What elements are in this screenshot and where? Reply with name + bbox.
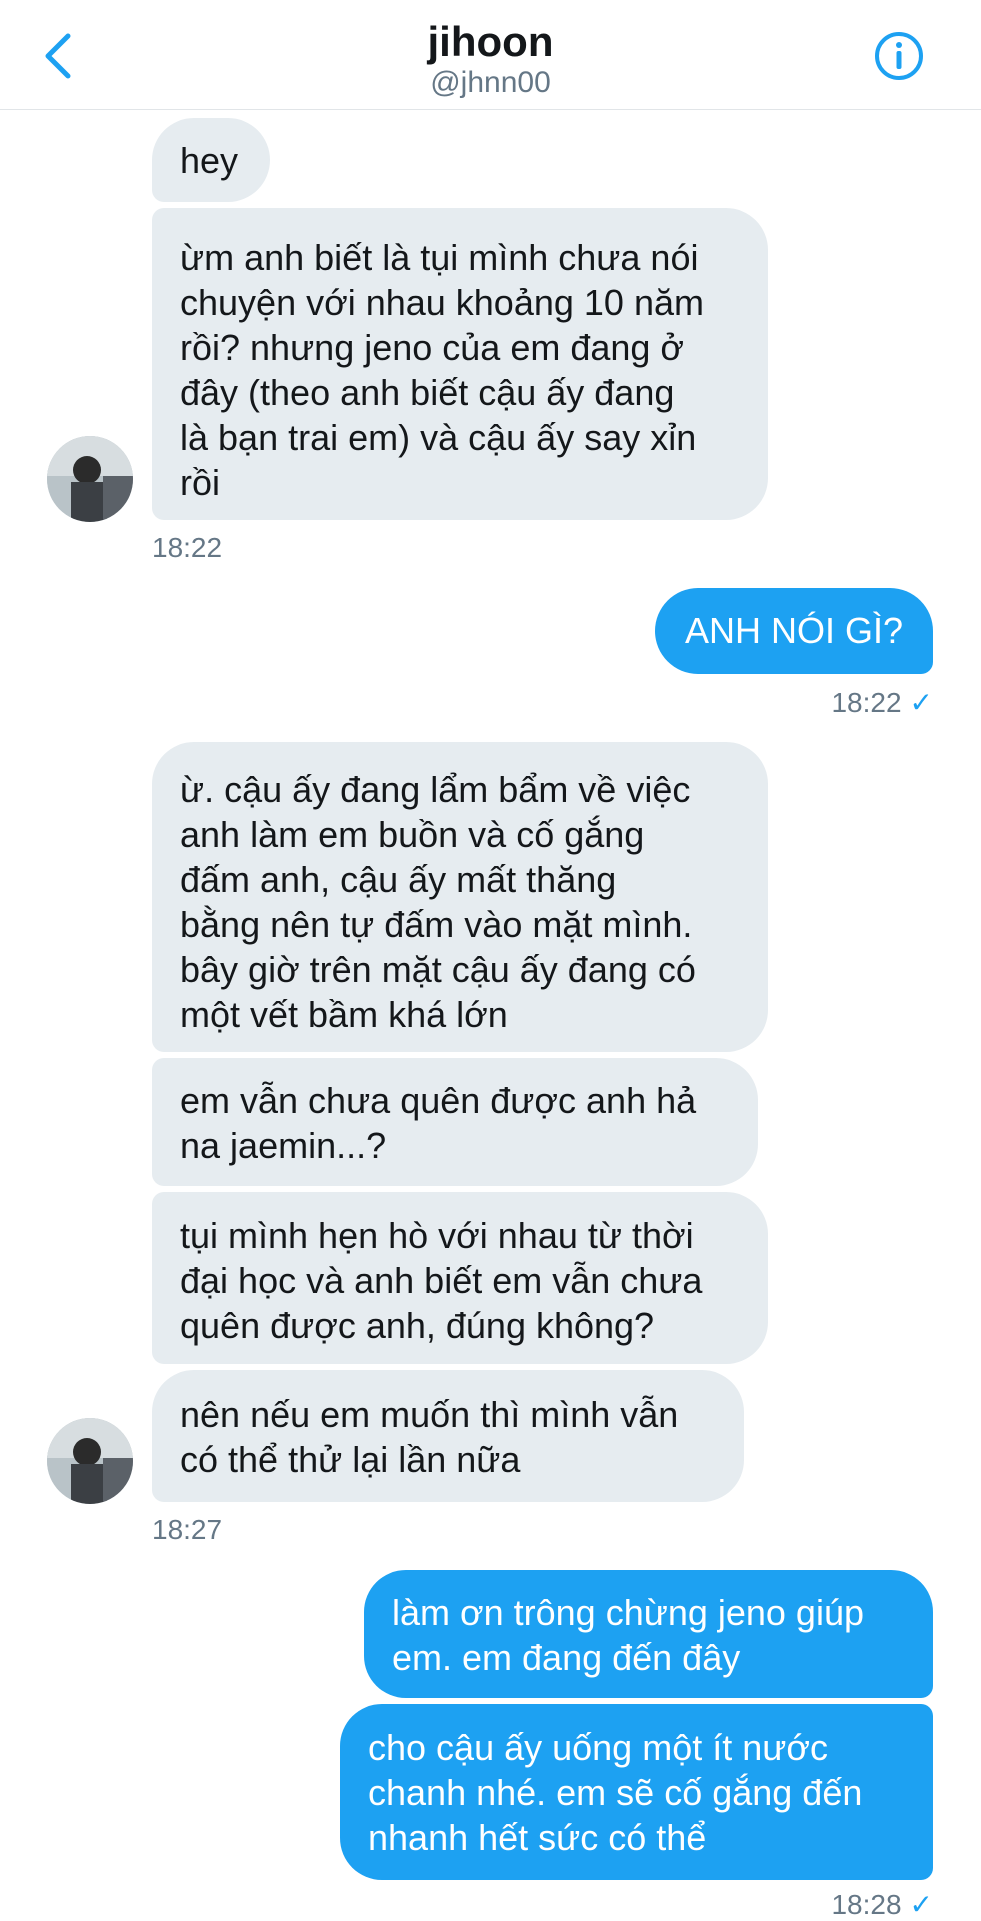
read-check-icon: ✓: [909, 1889, 933, 1920]
conversation-header: jihoon @jhnn00: [0, 0, 981, 110]
avatar-image: [47, 1418, 133, 1504]
contact-name[interactable]: jihoon: [0, 18, 981, 66]
read-check-icon: ✓: [909, 687, 933, 718]
message-bubble-outgoing[interactable]: cho cậu ấy uống một ít nước chanh nhé. e…: [340, 1704, 933, 1880]
message-timestamp: 18:22 ✓: [700, 686, 933, 719]
message-timestamp: 18:28 ✓: [700, 1888, 933, 1921]
message-timestamp: 18:27: [152, 1514, 223, 1545]
message-bubble-incoming[interactable]: ừm anh biết là tụi mình chưa nói chuyện …: [152, 208, 768, 520]
message-bubble-outgoing[interactable]: làm ơn trông chừng jeno giúp em. em đang…: [364, 1570, 933, 1698]
info-circle-icon[interactable]: [873, 30, 925, 82]
avatar[interactable]: [47, 436, 133, 522]
avatar-image: [47, 436, 133, 522]
timestamp-text: 18:28: [831, 1889, 902, 1920]
message-timestamp: 18:22: [152, 532, 223, 563]
message-bubble-incoming[interactable]: nên nếu em muốn thì mình vẫn có thể thử …: [152, 1370, 744, 1502]
avatar[interactable]: [47, 1418, 133, 1504]
message-bubble-incoming[interactable]: tụi mình hẹn hò với nhau từ thời đại học…: [152, 1192, 768, 1364]
message-bubble-incoming[interactable]: ừ. cậu ấy đang lẩm bẩm về việc anh làm e…: [152, 742, 768, 1052]
message-bubble-outgoing[interactable]: ANH NÓI GÌ?: [655, 588, 933, 674]
message-bubble-incoming[interactable]: hey: [152, 118, 270, 202]
timestamp-text: 18:22: [831, 687, 902, 718]
message-bubble-incoming[interactable]: em vẫn chưa quên được anh hả na jaemin..…: [152, 1058, 758, 1186]
contact-handle: @jhnn00: [430, 66, 551, 99]
